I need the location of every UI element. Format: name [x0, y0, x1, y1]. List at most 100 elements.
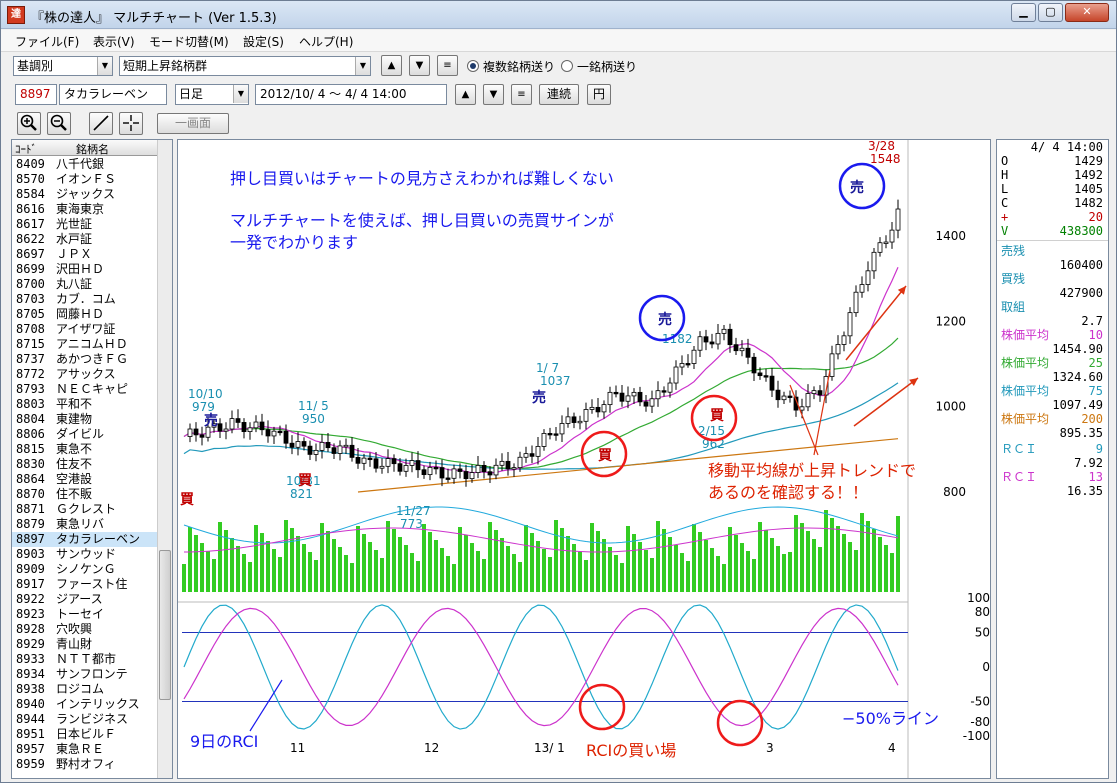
menu-mode[interactable]: モード切替(M): [149, 33, 229, 50]
list-item[interactable]: 8697 ＪＰＸ: [12, 247, 158, 262]
list-item[interactable]: 8928 穴吹興: [12, 622, 158, 637]
list-item[interactable]: 8879 東急リバ: [12, 517, 158, 532]
list-item[interactable]: 8951 日本ビルＦ: [12, 727, 158, 742]
scroll-thumb[interactable]: [159, 550, 171, 700]
list-item[interactable]: 8622 水戸証: [12, 232, 158, 247]
zoom-out-icon[interactable]: [47, 112, 71, 135]
list-item[interactable]: 8871 Ｇクレスト: [12, 502, 158, 517]
list-item[interactable]: 8708 アイザワ証: [12, 322, 158, 337]
list-item[interactable]: 8957 東急ＲＥ: [12, 742, 158, 757]
volume-bar: [788, 552, 792, 592]
candle-body: [487, 471, 493, 476]
list-item[interactable]: 8793 ＮＥＣキャピ: [12, 382, 158, 397]
crosshair-icon[interactable]: [119, 112, 143, 135]
trend-note-line1: 移動平均線が上昇トレンドで: [708, 461, 916, 480]
candle-body: [325, 441, 331, 449]
list-item[interactable]: 8570 イオンＦＳ: [12, 172, 158, 187]
list-item[interactable]: 8870 住不販: [12, 487, 158, 502]
zoom-in-icon[interactable]: [17, 112, 41, 135]
list-item[interactable]: 8617 光世証: [12, 217, 158, 232]
stock-code-field[interactable]: 8897: [15, 84, 57, 105]
list-button[interactable]: ≡: [511, 84, 532, 105]
list-item-code: 8934: [16, 667, 45, 681]
list-item[interactable]: 8699 沢田ＨＤ: [12, 262, 158, 277]
list-item[interactable]: 8703 カブ．コム: [12, 292, 158, 307]
list-item[interactable]: 8923 トーセイ: [12, 607, 158, 622]
volume-bar: [524, 525, 528, 592]
list-item[interactable]: 8934 サンフロンテ: [12, 667, 158, 682]
list-item-code: 8737: [16, 352, 45, 366]
menu-file[interactable]: ファイル(F): [15, 33, 79, 50]
list-item[interactable]: 8700 丸八証: [12, 277, 158, 292]
list-item[interactable]: 8705 岡藤ＨＤ: [12, 307, 158, 322]
list-item[interactable]: 8940 インテリックス: [12, 697, 158, 712]
menu-help[interactable]: ヘルプ(H): [299, 33, 353, 50]
candle-body: [265, 429, 271, 437]
list-item[interactable]: 8830 住友不: [12, 457, 158, 472]
down-arrow-button[interactable]: ▼: [409, 55, 430, 76]
stock-name-field[interactable]: タカラレーベン: [59, 84, 167, 105]
down-arrow-button[interactable]: ▼: [483, 84, 504, 105]
list-item[interactable]: 8897 タカラレーベン: [12, 532, 158, 547]
date-range-field[interactable]: 2012/10/ 4 ～ 4/ 4 14:00: [255, 84, 447, 105]
list-button[interactable]: ≡: [437, 55, 458, 76]
continuous-button[interactable]: 連続: [539, 84, 579, 105]
header-name[interactable]: 銘柄名: [76, 141, 109, 157]
list-scrollbar[interactable]: [157, 140, 172, 778]
volume-bar: [710, 548, 714, 592]
yen-button[interactable]: 円: [587, 84, 611, 105]
list-item[interactable]: 8864 空港設: [12, 472, 158, 487]
title-bar[interactable]: 達 『株の達人』 マルチチャート (Ver 1.5.3) ▁ ▢ ✕: [1, 1, 1116, 29]
period-select[interactable]: 日足 ▼: [175, 84, 249, 105]
list-item[interactable]: 8772 アサックス: [12, 367, 158, 382]
rci-value-row: 7.92: [999, 456, 1105, 470]
volume-bar: [890, 553, 894, 592]
radio-multi-label: 複数銘柄送り: [483, 60, 556, 74]
rci-tick-label: 50: [975, 626, 990, 640]
maximize-button[interactable]: ▢: [1038, 3, 1063, 22]
list-item-name: シノケンＧ: [56, 562, 116, 576]
chart-area[interactable]: 1400 1200 1000 800 100 80 50 0 -50 -80 -100 11 12 13/…: [177, 139, 991, 779]
list-item[interactable]: 8804 東建物: [12, 412, 158, 427]
list-item[interactable]: 8959 野村オフィ: [12, 757, 158, 772]
radio-single[interactable]: [561, 60, 573, 72]
list-item[interactable]: 8933 ＮＴＴ都市: [12, 652, 158, 667]
list-item[interactable]: 8903 サンウッド: [12, 547, 158, 562]
list-item[interactable]: 8938 ロジコム: [12, 682, 158, 697]
list-item[interactable]: 8715 アニコムＨＤ: [12, 337, 158, 352]
volume-bar: [356, 526, 360, 592]
list-item[interactable]: 8815 東急不: [12, 442, 158, 457]
category-select[interactable]: 基調別 ▼: [13, 56, 113, 76]
list-item-name: ＪＰＸ: [56, 247, 93, 261]
list-item-code: 8933: [16, 652, 45, 666]
list-item[interactable]: 8944 ランビジネス: [12, 712, 158, 727]
chart-svg[interactable]: 1400 1200 1000 800 10080 50 0 -50 -80-100 11 12 13/…: [178, 139, 990, 778]
list-item[interactable]: 8909 シノケンＧ: [12, 562, 158, 577]
list-item[interactable]: 8917 ファースト住: [12, 577, 158, 592]
header-code[interactable]: ｺｰﾄﾞ: [15, 141, 37, 157]
ma-value: 1097.49: [1052, 398, 1103, 412]
candle-body: [829, 353, 835, 377]
list-item[interactable]: 8584 ジャックス: [12, 187, 158, 202]
line-tool-icon[interactable]: [89, 112, 113, 135]
list-item[interactable]: 8806 ダイビル: [12, 427, 158, 442]
one-screen-button[interactable]: 一画面: [157, 113, 229, 134]
list-item[interactable]: 8929 青山財: [12, 637, 158, 652]
group-select[interactable]: 短期上昇銘柄群 ▼: [119, 56, 371, 76]
up-arrow-button[interactable]: ▲: [455, 84, 476, 105]
menu-settings[interactable]: 設定(S): [243, 33, 284, 50]
list-item-code: 8871: [16, 502, 45, 516]
radio-multi[interactable]: [467, 60, 479, 72]
list-item[interactable]: 8737 あかつきＦＧ: [12, 352, 158, 367]
list-item[interactable]: 8803 平和不: [12, 397, 158, 412]
up-arrow-button[interactable]: ▲: [381, 55, 402, 76]
list-item[interactable]: 8922 ジアース: [12, 592, 158, 607]
radio-single-label: 一銘柄送り: [577, 60, 638, 74]
list-item[interactable]: 8616 東海東京: [12, 202, 158, 217]
candle-body: [667, 382, 673, 393]
list-item[interactable]: 8409 八千代銀: [12, 157, 158, 172]
close-button[interactable]: ✕: [1065, 3, 1109, 22]
menu-view[interactable]: 表示(V): [93, 33, 135, 50]
volume-bar: [254, 525, 258, 592]
minimize-button[interactable]: ▁: [1011, 3, 1036, 22]
